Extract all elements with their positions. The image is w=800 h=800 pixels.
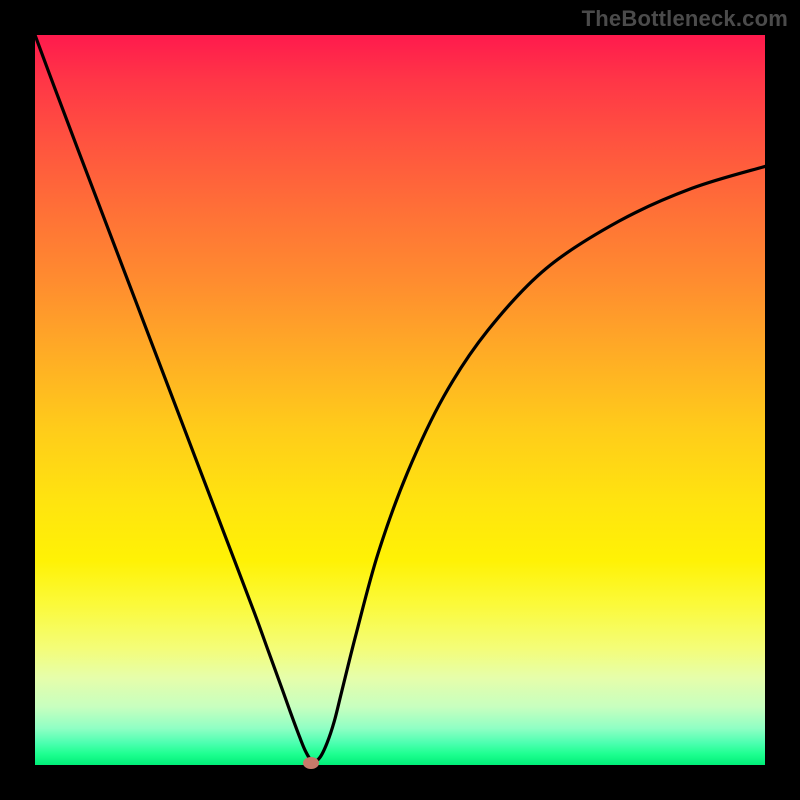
chart-frame: TheBottleneck.com	[0, 0, 800, 800]
gradient-plot-area	[35, 35, 765, 765]
bottleneck-curve	[35, 35, 765, 765]
optimal-point-marker	[303, 757, 319, 769]
attribution-text: TheBottleneck.com	[582, 6, 788, 32]
